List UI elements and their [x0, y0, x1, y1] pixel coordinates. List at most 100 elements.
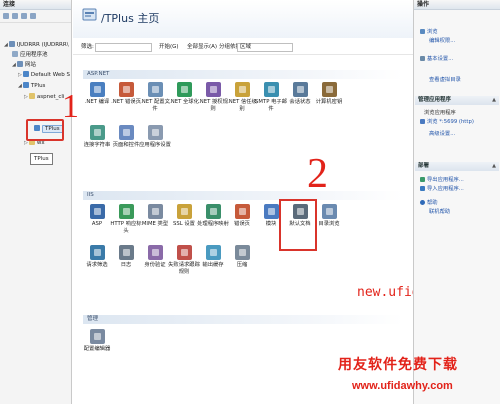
- feature-item[interactable]: 会话状态: [284, 82, 316, 106]
- site-icon: [16, 61, 23, 67]
- feature-item[interactable]: ASP: [81, 204, 113, 228]
- feature-item[interactable]: MIME 类型: [139, 204, 171, 228]
- feature-label: 目录浏览: [318, 221, 340, 227]
- feature-item[interactable]: .NET 全球化: [168, 82, 200, 106]
- feature-label: .NET 配置文件: [140, 99, 170, 112]
- feature-item[interactable]: 日志: [110, 245, 142, 269]
- save-icon[interactable]: [12, 13, 18, 19]
- action-edit-permissions[interactable]: 编辑权限...: [429, 37, 455, 45]
- feature-item[interactable]: 计算机密钥: [313, 82, 345, 106]
- feature-item[interactable]: 连接字符串: [81, 125, 113, 149]
- tree-node-label: aspnet_cli: [36, 94, 65, 100]
- feature-icon: [147, 82, 163, 97]
- feature-item[interactable]: 身份验证: [139, 245, 171, 269]
- feature-item[interactable]: .NET 授权规则: [197, 82, 229, 112]
- feature-item[interactable]: 压缩: [226, 245, 258, 269]
- feature-icon: [234, 204, 250, 219]
- feature-item[interactable]: 失败请求跟踪规则: [168, 245, 200, 275]
- highlight-tplus-box: [26, 119, 64, 141]
- action-basic-settings[interactable]: 基本设置...: [420, 55, 453, 63]
- feature-label: 压缩: [236, 262, 248, 268]
- group-header[interactable]: ASP.NET: [83, 70, 403, 79]
- tree-node[interactable]: ▷ aspnet_cli: [24, 92, 64, 102]
- filter-input[interactable]: [95, 43, 152, 52]
- feature-label: .NET 信任级别: [227, 99, 257, 112]
- action-online-help[interactable]: 联机帮助: [429, 208, 450, 216]
- feature-item[interactable]: 页面和控件: [110, 125, 142, 149]
- expand-icon[interactable]: ◢: [18, 83, 22, 89]
- group-header[interactable]: 管理: [83, 315, 403, 324]
- go-button[interactable]: 开始(G): [159, 40, 179, 54]
- feature-item[interactable]: SSL 设置: [168, 204, 200, 228]
- feature-item[interactable]: 请求筛选: [81, 245, 113, 269]
- connect-icon[interactable]: [3, 13, 9, 19]
- refresh-icon[interactable]: [30, 13, 36, 19]
- feature-label: 失败请求跟踪规则: [168, 262, 200, 275]
- feature-icon: [89, 204, 105, 219]
- tree-node-label: TPlus: [30, 83, 46, 89]
- highlight-annotation-box: [279, 199, 317, 251]
- expand-icon[interactable]: ◢: [4, 42, 8, 48]
- feature-icon: [89, 329, 105, 344]
- feature-label: SSL 设置: [173, 221, 195, 227]
- feature-item[interactable]: 应用程序设置: [139, 125, 171, 149]
- section-manage-application[interactable]: 管理应用程序 ▲: [415, 96, 499, 105]
- action-browse-port[interactable]: 浏览 *:5699 (http): [420, 118, 474, 126]
- feature-icon: [205, 245, 221, 260]
- group-by-select[interactable]: 区域: [237, 43, 293, 52]
- feature-label: 身份验证: [144, 262, 166, 268]
- tree-node[interactable]: 应用程序池: [12, 50, 48, 60]
- show-all-button[interactable]: 全部显示(A): [187, 40, 217, 54]
- feature-label: 错误页: [234, 221, 250, 227]
- folder-icon: [420, 29, 425, 34]
- feature-icon: [118, 82, 134, 97]
- features-view: /TPlus 主页 筛选: 开始(G) 全部显示(A) 分组依据: 区域 ASP…: [73, 0, 482, 404]
- tree-node[interactable]: ◢ IJUDRRR (IJUDRRR\: [4, 40, 69, 50]
- feature-item[interactable]: .NET 配置文件: [139, 82, 171, 112]
- feature-item[interactable]: HTTP 响应标头: [110, 204, 142, 234]
- feature-icon: [89, 245, 105, 260]
- collapse-icon[interactable]: ▲: [492, 162, 496, 171]
- action-help[interactable]: 帮助: [420, 199, 438, 207]
- feature-item[interactable]: .NET 编译: [81, 82, 113, 106]
- feature-icon: [147, 125, 163, 140]
- feature-icon: [205, 82, 221, 97]
- feature-label: 处理程序映射: [197, 221, 229, 227]
- feature-item[interactable]: 输出缓存: [197, 245, 229, 269]
- feature-icon: [176, 204, 192, 219]
- feature-icon: [118, 125, 134, 140]
- action-export-application[interactable]: 导出应用程序...: [420, 176, 464, 184]
- export-icon: [420, 177, 425, 182]
- feature-label: ASP: [91, 221, 103, 227]
- expand-icon[interactable]: ▷: [18, 72, 22, 78]
- feature-item[interactable]: .NET 错误页: [110, 82, 142, 106]
- tree-node[interactable]: ◢ TPlus: [18, 81, 45, 91]
- section-deploy[interactable]: 部署 ▲: [415, 162, 499, 171]
- feature-item[interactable]: 目录浏览: [313, 204, 345, 228]
- feature-label: 会话状态: [289, 99, 311, 105]
- feature-item[interactable]: 错误页: [226, 204, 258, 228]
- group-header[interactable]: IIS: [83, 191, 403, 200]
- tree-node[interactable]: ▷ Default Web S: [18, 70, 70, 80]
- expand-icon[interactable]: ▷: [24, 94, 28, 100]
- feature-item[interactable]: .NET 信任级别: [226, 82, 258, 112]
- feature-icon: [118, 204, 134, 219]
- page-header: /TPlus 主页: [73, 0, 413, 38]
- action-view-virtual-dirs[interactable]: 查看虚拟目录: [429, 76, 461, 84]
- feature-item[interactable]: 处理程序映射: [197, 204, 229, 228]
- tree-node[interactable]: ◢ 网站: [12, 60, 36, 70]
- site-icon: [22, 82, 29, 88]
- feature-icon: [263, 204, 279, 219]
- expand-icon[interactable]: ◢: [12, 62, 16, 68]
- action-advanced-settings[interactable]: 高级设置...: [429, 130, 455, 138]
- feature-label: HTTP 响应标头: [110, 221, 142, 234]
- feature-item[interactable]: 配置编辑器: [81, 329, 113, 353]
- feature-item[interactable]: SMTP 电子邮件: [255, 82, 287, 112]
- feature-label: 连接字符串: [83, 142, 111, 148]
- action-browse[interactable]: 浏览: [420, 28, 438, 36]
- action-import-application[interactable]: 导入应用程序...: [420, 185, 464, 193]
- tree-node-label: 网站: [24, 62, 36, 68]
- collapse-icon[interactable]: ▲: [492, 96, 496, 105]
- page-title: /TPlus 主页: [101, 12, 160, 25]
- back-icon[interactable]: [21, 13, 27, 19]
